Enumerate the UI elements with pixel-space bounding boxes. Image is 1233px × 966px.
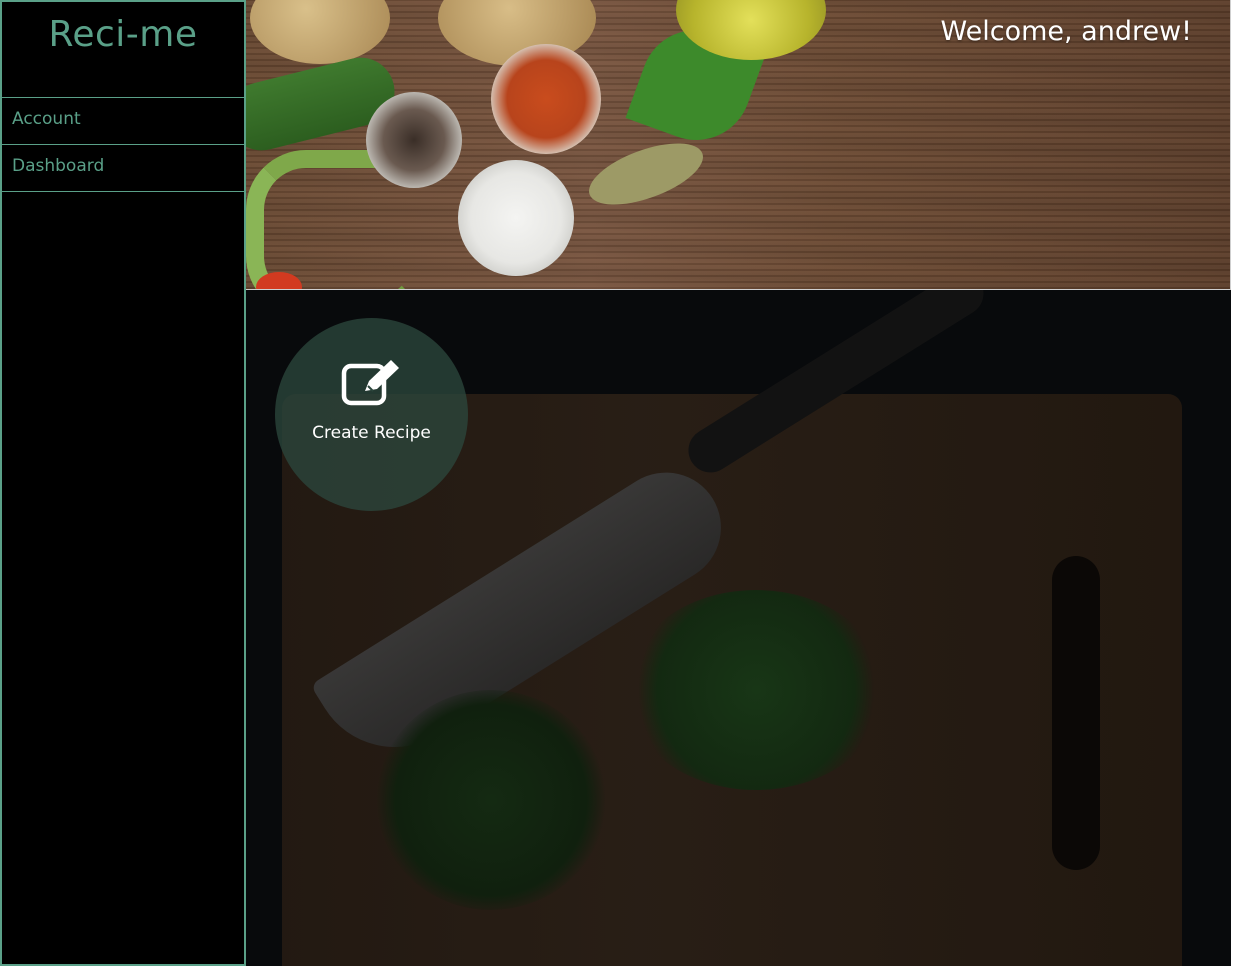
main-content: Create Recipe <box>246 290 1231 966</box>
salt-jar-image <box>458 160 574 276</box>
paprika-jar-image <box>491 44 601 154</box>
welcome-message: Welcome, andrew! <box>940 16 1193 47</box>
sidebar-item-account[interactable]: Account <box>2 98 244 145</box>
edit-icon <box>341 360 399 406</box>
header-banner: Welcome, andrew! <box>246 0 1231 290</box>
create-recipe-button[interactable]: Create Recipe <box>275 318 468 511</box>
peppercorn-jar-image <box>366 92 462 188</box>
herbs-image <box>376 690 606 910</box>
app-root: Reci-me Account Dashboard Welcome, andre… <box>0 0 1233 966</box>
cutting-board-handle-image <box>1052 556 1100 870</box>
brand-logo[interactable]: Reci-me <box>2 2 244 98</box>
sidebar: Reci-me Account Dashboard <box>0 0 246 966</box>
sidebar-item-dashboard[interactable]: Dashboard <box>2 145 244 192</box>
potato-image <box>250 0 390 64</box>
create-recipe-label: Create Recipe <box>312 423 431 443</box>
bay-leaf-image <box>581 130 711 218</box>
herbs-image <box>626 590 886 790</box>
